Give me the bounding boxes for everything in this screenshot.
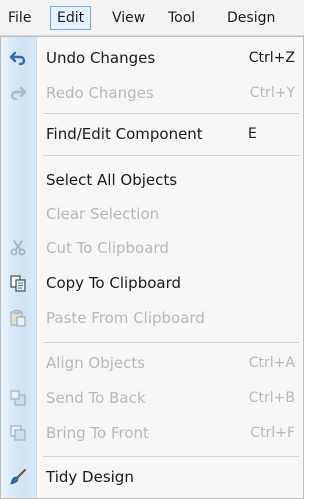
menu-view[interactable]: View [106,6,151,30]
menu-item-label: Clear Selection [46,205,160,223]
menu-item-align-objects[interactable]: Align Objects Ctrl+A [1,345,305,381]
menu-separator [43,155,299,156]
menu-bar: File Edit View Tool Design [0,0,304,36]
menu-item-shortcut: E [248,126,257,142]
menu-item-undo[interactable]: Undo Changes Ctrl+Z [1,40,305,76]
menu-item-label: Paste From Clipboard [46,309,205,327]
menu-item-label: Cut To Clipboard [46,239,169,257]
menu-separator [43,113,299,114]
menu-item-paste[interactable]: Paste From Clipboard [1,300,305,336]
undo-icon [9,49,27,67]
scissors-icon [9,239,27,257]
menu-item-shortcut: Ctrl+F [250,425,295,441]
edit-dropdown-menu: Undo Changes Ctrl+Z Redo Changes Ctrl+Y … [0,36,304,499]
menu-item-tidy-design[interactable]: Tidy Design [1,459,305,495]
copy-icon [9,274,27,292]
menu-tool[interactable]: Tool [162,6,201,30]
menu-item-label: Find/Edit Component [46,125,203,143]
menu-item-label: Copy To Clipboard [46,274,182,292]
menu-item-cut[interactable]: Cut To Clipboard [1,230,305,266]
menu-edit[interactable]: Edit [50,6,92,30]
menu-separator [43,456,299,457]
menu-item-label: Tidy Design [46,468,134,486]
menu-design[interactable]: Design [221,6,281,30]
menu-item-shortcut: Ctrl+Z [248,50,295,66]
menu-item-label: Align Objects [46,354,146,372]
menu-file[interactable]: File [2,6,37,30]
redo-icon [9,84,27,102]
menu-item-shortcut: Ctrl+Y [249,85,295,101]
paste-icon [9,309,27,327]
menu-item-clear-selection[interactable]: Clear Selection [1,196,305,232]
menu-item-label: Redo Changes [46,84,154,102]
send-to-back-icon [9,389,27,407]
menu-item-find-edit-component[interactable]: Find/Edit Component E [1,116,305,152]
menu-item-select-all[interactable]: Select All Objects [1,162,305,198]
menu-item-shortcut: Ctrl+B [248,390,295,406]
menu-separator [43,342,299,343]
menu-item-bring-to-front[interactable]: Bring To Front Ctrl+F [1,415,305,451]
menu-item-label: Undo Changes [46,49,156,67]
menu-item-label: Bring To Front [46,424,149,442]
bring-to-front-icon [9,424,27,442]
menu-item-copy[interactable]: Copy To Clipboard [1,265,305,301]
menu-item-label: Send To Back [46,389,146,407]
brush-icon [9,468,27,486]
menu-item-redo[interactable]: Redo Changes Ctrl+Y [1,75,305,111]
menu-item-send-to-back[interactable]: Send To Back Ctrl+B [1,380,305,416]
menu-item-label: Select All Objects [46,171,178,189]
menu-item-shortcut: Ctrl+A [248,355,295,371]
